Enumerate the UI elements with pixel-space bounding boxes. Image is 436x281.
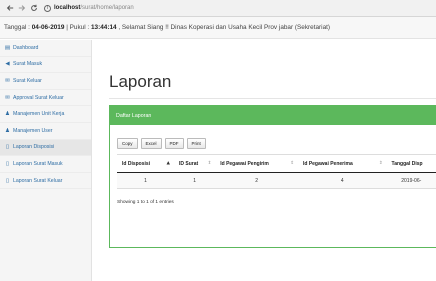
url-path: /surat/home/laporan — [80, 5, 134, 11]
table-header-row: Id Disposisi ▲ ID Surat ⇕ Id Pegawai Pengi… — [117, 154, 436, 173]
sidebar-item-label: Surat Keluar — [13, 77, 42, 84]
table-cell: 2 — [215, 172, 298, 189]
file-icon: ▯ — [5, 177, 10, 184]
sidebar-item-manajemen-unit-kerja[interactable]: ♟ Manajemen Unit Kerja — [0, 106, 91, 123]
sidebar-item-laporan-disposisi[interactable]: ▯ Laporan Disposisi — [0, 139, 91, 157]
file-icon: ▯ — [5, 160, 10, 167]
sidebar-item-label: Laporan Surat Masuk — [13, 160, 63, 167]
sort-icon: ⇕ — [290, 161, 294, 166]
user-icon: ♟ — [5, 111, 10, 118]
sidebar: ▤ Dashboard ◀ Surat Masuk ✉ Surat Keluar ✉ A… — [0, 40, 92, 281]
forward-icon[interactable] — [16, 3, 27, 14]
sidebar-item-surat-masuk[interactable]: ◀ Surat Masuk — [0, 57, 91, 74]
table-info: Showing 1 to 1 of 1 entries — [117, 200, 174, 205]
sidebar-item-label: Manajemen Unit Kerja — [13, 111, 65, 118]
table-row: 1 1 2 4 2019-06- — [117, 172, 436, 189]
print-button[interactable]: Print — [186, 138, 206, 149]
column-header-tanggal-disposisi[interactable]: Tanggal Disp — [386, 154, 436, 173]
user-icon: ♟ — [5, 127, 10, 134]
column-label: Id Disposisi — [122, 160, 151, 167]
dashboard-icon: ▤ — [4, 44, 11, 51]
sort-icon: ⇕ — [378, 161, 383, 166]
pdf-button[interactable]: PDF — [164, 138, 184, 149]
envelope-icon: ✉ — [5, 94, 10, 101]
reload-icon[interactable] — [28, 3, 39, 14]
time-value: 13:44:14 — [90, 24, 117, 31]
column-header-id-pegawai-penerima[interactable]: Id Pegawai Penerima ⇕ — [297, 154, 387, 173]
time-label: | Pukul : — [66, 24, 90, 31]
sidebar-item-approval-surat-keluar[interactable]: ✉ Approval Surat Keluar — [0, 90, 91, 107]
report-table: Id Disposisi ▲ ID Surat ⇕ Id Pegawai Pengi… — [117, 154, 436, 189]
table-cell: 2019-06- — [386, 172, 436, 189]
column-header-id-surat[interactable]: ID Surat ⇕ — [173, 154, 216, 173]
column-label: ID Surat — [178, 160, 199, 167]
url-host: localhost — [54, 5, 81, 11]
report-panel: Daftar Laporan Copy Excel PDF Print Id D… — [109, 105, 436, 248]
sidebar-item-surat-keluar[interactable]: ✉ Surat Keluar — [0, 73, 91, 90]
browser-toolbar: i localhost/surat/home/laporan — [0, 0, 436, 17]
page-title: Laporan — [109, 72, 172, 91]
sidebar-item-manajemen-user[interactable]: ♟ Manajemen User — [0, 123, 91, 140]
column-label: Tanggal Disp — [391, 160, 423, 167]
sort-icon: ⇕ — [207, 161, 212, 166]
column-label: Id Pegawai Penerima — [302, 160, 353, 167]
back-icon[interactable] — [4, 3, 15, 14]
table-cell: 1 — [117, 172, 174, 189]
table-cell: 4 — [297, 172, 387, 189]
date-label: Tanggal : — [4, 24, 30, 31]
sidebar-item-label: Approval Surat Keluar — [13, 94, 64, 101]
excel-button[interactable]: Excel — [140, 138, 162, 149]
paper-plane-icon: ◀ — [5, 61, 10, 68]
sidebar-item-label: Dashboard — [13, 44, 39, 51]
title-divider — [109, 98, 436, 99]
sort-asc-icon: ▲ — [166, 161, 170, 166]
copy-button[interactable]: Copy — [117, 138, 138, 149]
sidebar-item-label: Laporan Disposisi — [13, 144, 55, 151]
sidebar-item-label: Surat Masuk — [13, 61, 43, 68]
sidebar-item-label: Laporan Surat Keluar — [13, 177, 63, 184]
info-icon[interactable]: i — [44, 4, 51, 12]
panel-heading: Daftar Laporan — [110, 106, 436, 125]
envelope-icon: ✉ — [5, 77, 10, 84]
address-bar[interactable]: i localhost/surat/home/laporan — [44, 4, 134, 12]
sidebar-item-dashboard[interactable]: ▤ Dashboard — [0, 40, 91, 57]
file-icon: ▯ — [5, 144, 10, 151]
sidebar-item-laporan-surat-masuk[interactable]: ▯ Laporan Surat Masuk — [0, 156, 91, 173]
column-header-id-disposisi[interactable]: Id Disposisi ▲ — [117, 154, 174, 173]
sidebar-item-laporan-surat-keluar[interactable]: ▯ Laporan Surat Keluar — [0, 173, 91, 190]
export-buttons: Copy Excel PDF Print — [117, 138, 209, 149]
greeting-text: , Selamat Siang !! Dinas Koperasi dan Us… — [118, 24, 331, 31]
main-content: Laporan Daftar Laporan Copy Excel PDF Pr… — [93, 40, 436, 281]
sidebar-item-label: Manajemen User — [13, 127, 53, 134]
date-time-bar: Tanggal : 04-06-2019 | Pukul : 13:44:14 … — [0, 17, 436, 39]
column-label: Id Pegawai Pengirim — [220, 160, 269, 167]
date-value: 04-06-2019 — [31, 24, 65, 31]
column-header-id-pegawai-pengirim[interactable]: Id Pegawai Pengirim ⇕ — [215, 154, 298, 173]
table-cell: 1 — [173, 172, 216, 189]
